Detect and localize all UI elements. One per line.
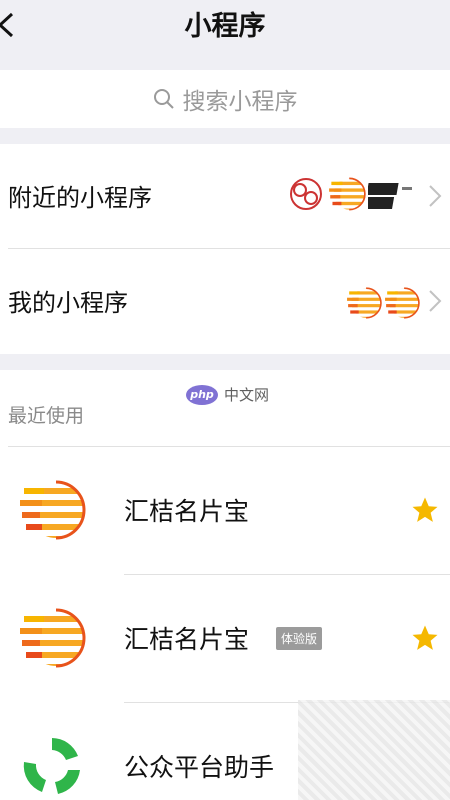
globe-logo-icon [328, 175, 366, 213]
watermark: php 中文网 [186, 384, 269, 405]
app-name: 公众平台助手 [124, 753, 275, 782]
watermark-logo: php [186, 384, 218, 405]
app-name: 汇桔名片宝 [124, 497, 250, 526]
chevron-right-icon [429, 290, 442, 312]
list-item[interactable]: 汇桔名片宝 [0, 446, 450, 574]
nearby-miniapps-label: 附近的小程序 [8, 184, 152, 212]
star-icon[interactable] [410, 623, 440, 653]
chevron-right-icon [429, 185, 442, 207]
star-icon[interactable] [410, 495, 440, 525]
app-logo-icon [18, 604, 86, 672]
search-placeholder: 搜索小程序 [182, 89, 298, 115]
brand-logo-icon [368, 183, 412, 209]
app-name: 汇桔名片宝 [124, 625, 250, 654]
my-miniapps-row[interactable]: 我的小程序 [0, 249, 450, 354]
globe-logo-icon [346, 285, 382, 321]
globe-logo-icon [384, 285, 420, 321]
my-miniapps-label: 我的小程序 [8, 289, 128, 317]
page-title: 小程序 [184, 11, 266, 42]
navigation-bar: 小程序 [0, 0, 450, 70]
recycle-logo-icon [23, 738, 80, 794]
nearby-thumbnails [286, 174, 412, 214]
watermark-text: 中文网 [224, 386, 270, 404]
miniapp-menu: 附近的小程序 我的小程序 [0, 144, 450, 354]
trial-version-badge: 体验版 [276, 627, 323, 650]
blurred-region [298, 700, 450, 800]
my-thumbnails [346, 285, 420, 321]
search-icon [153, 89, 174, 109]
nearby-miniapps-row[interactable]: 附近的小程序 [0, 144, 450, 249]
section-title: 最近使用 [8, 405, 85, 427]
list-item[interactable]: 汇桔名片宝 体验版 [0, 574, 450, 702]
flower-logo-icon [290, 178, 322, 210]
search-bar[interactable]: 搜索小程序 [0, 70, 450, 128]
app-logo-icon [18, 476, 86, 544]
